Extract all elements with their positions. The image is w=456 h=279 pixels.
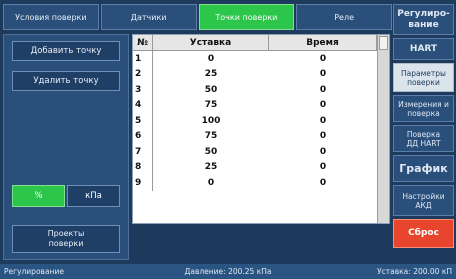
cell-number: 5 bbox=[133, 113, 153, 129]
table-row[interactable]: 2 25 0 bbox=[133, 66, 378, 82]
cell-time: 0 bbox=[319, 69, 327, 80]
tab-sensors[interactable]: Датчики bbox=[100, 4, 197, 30]
table-body: 1 0 0 2 25 0 3 50 0 4 75 0 5 100 0 6 75 0 7 50 0 8 25 0 9 0 0 bbox=[133, 51, 378, 191]
cell-time: 0 bbox=[319, 84, 327, 95]
top-tab-bar: Условия поверки Датчики Точки поверки Ре… bbox=[3, 4, 392, 30]
table-row[interactable]: 9 0 0 bbox=[133, 175, 378, 191]
table-header: № Уставка Время bbox=[133, 35, 389, 51]
status-pressure: Давление: 200.25 кПа bbox=[184, 267, 272, 276]
cell-number: 2 bbox=[133, 66, 153, 82]
table-scrollbar[interactable] bbox=[377, 35, 389, 223]
left-panel: Добавить точку Удалить точку % кПа Проек… bbox=[3, 34, 129, 260]
cell-number: 3 bbox=[133, 82, 153, 98]
column-header-number: № bbox=[133, 35, 153, 50]
delete-point-button[interactable]: Удалить точку bbox=[12, 71, 120, 91]
cell-time: 0 bbox=[319, 100, 327, 111]
cell-number: 7 bbox=[133, 144, 153, 160]
graph-button[interactable]: График bbox=[393, 155, 454, 182]
status-bar: Регулирование Давление: 200.25 кПа Устав… bbox=[0, 264, 456, 279]
table-row[interactable]: 6 75 0 bbox=[133, 128, 378, 144]
verify-projects-button[interactable]: Проекты поверки bbox=[12, 225, 120, 253]
cell-number: 8 bbox=[133, 159, 153, 175]
table-row[interactable]: 1 0 0 bbox=[133, 51, 378, 67]
cell-setpoint: 50 bbox=[204, 84, 218, 95]
cell-setpoint: 100 bbox=[201, 115, 221, 126]
cell-setpoint: 50 bbox=[204, 146, 218, 157]
regulation-button[interactable]: Регулиро- вание bbox=[393, 4, 454, 35]
reset-button[interactable]: Сброс bbox=[393, 219, 454, 248]
column-header-time: Время bbox=[269, 35, 377, 50]
verify-dd-hart-button[interactable]: Поверка ДД HART bbox=[393, 125, 454, 152]
cell-number: 1 bbox=[133, 51, 153, 67]
cell-setpoint: 0 bbox=[207, 177, 215, 188]
cell-time: 0 bbox=[319, 146, 327, 157]
column-header-setpoint: Уставка bbox=[153, 35, 269, 50]
table-row[interactable]: 8 25 0 bbox=[133, 159, 378, 175]
hart-button[interactable]: HART bbox=[393, 38, 454, 60]
verify-points-table: № Уставка Время 1 0 0 2 25 0 3 50 0 4 75 0 5 100 0 6 75 0… bbox=[132, 34, 390, 224]
unit-percent-button[interactable]: % bbox=[12, 185, 65, 207]
adc-settings-button[interactable]: Настройки АКД bbox=[393, 185, 454, 216]
cell-setpoint: 75 bbox=[204, 100, 218, 111]
table-row[interactable]: 5 100 0 bbox=[133, 113, 378, 129]
right-menu: Регулиро- вание HART Параметры поверки И… bbox=[393, 4, 454, 258]
tab-relay[interactable]: Реле bbox=[296, 4, 392, 30]
unit-toggle: % кПа bbox=[12, 185, 120, 207]
tab-verify-conditions[interactable]: Условия поверки bbox=[3, 4, 99, 30]
cell-time: 0 bbox=[319, 115, 327, 126]
cell-setpoint: 25 bbox=[204, 69, 218, 80]
measure-verify-button[interactable]: Измерения и поверка bbox=[393, 95, 454, 122]
unit-kpa-button[interactable]: кПа bbox=[67, 185, 120, 207]
table-row[interactable]: 3 50 0 bbox=[133, 82, 378, 98]
status-setpoint: Уставка: 200.00 кП bbox=[377, 267, 452, 276]
cell-number: 9 bbox=[133, 175, 153, 191]
table-row[interactable]: 4 75 0 bbox=[133, 97, 378, 113]
cell-time: 0 bbox=[319, 162, 327, 173]
add-point-button[interactable]: Добавить точку bbox=[12, 41, 120, 61]
tab-verify-points[interactable]: Точки поверки bbox=[198, 4, 295, 30]
cell-number: 4 bbox=[133, 97, 153, 113]
cell-time: 0 bbox=[319, 131, 327, 142]
scrollbar-thumb[interactable] bbox=[379, 36, 388, 50]
cell-setpoint: 0 bbox=[207, 53, 215, 64]
cell-time: 0 bbox=[319, 53, 327, 64]
cell-setpoint: 25 bbox=[204, 162, 218, 173]
cell-setpoint: 75 bbox=[204, 131, 218, 142]
verify-params-button[interactable]: Параметры поверки bbox=[393, 63, 454, 92]
cell-number: 6 bbox=[133, 128, 153, 144]
cell-time: 0 bbox=[319, 177, 327, 188]
status-mode: Регулирование bbox=[4, 267, 64, 276]
table-row[interactable]: 7 50 0 bbox=[133, 144, 378, 160]
